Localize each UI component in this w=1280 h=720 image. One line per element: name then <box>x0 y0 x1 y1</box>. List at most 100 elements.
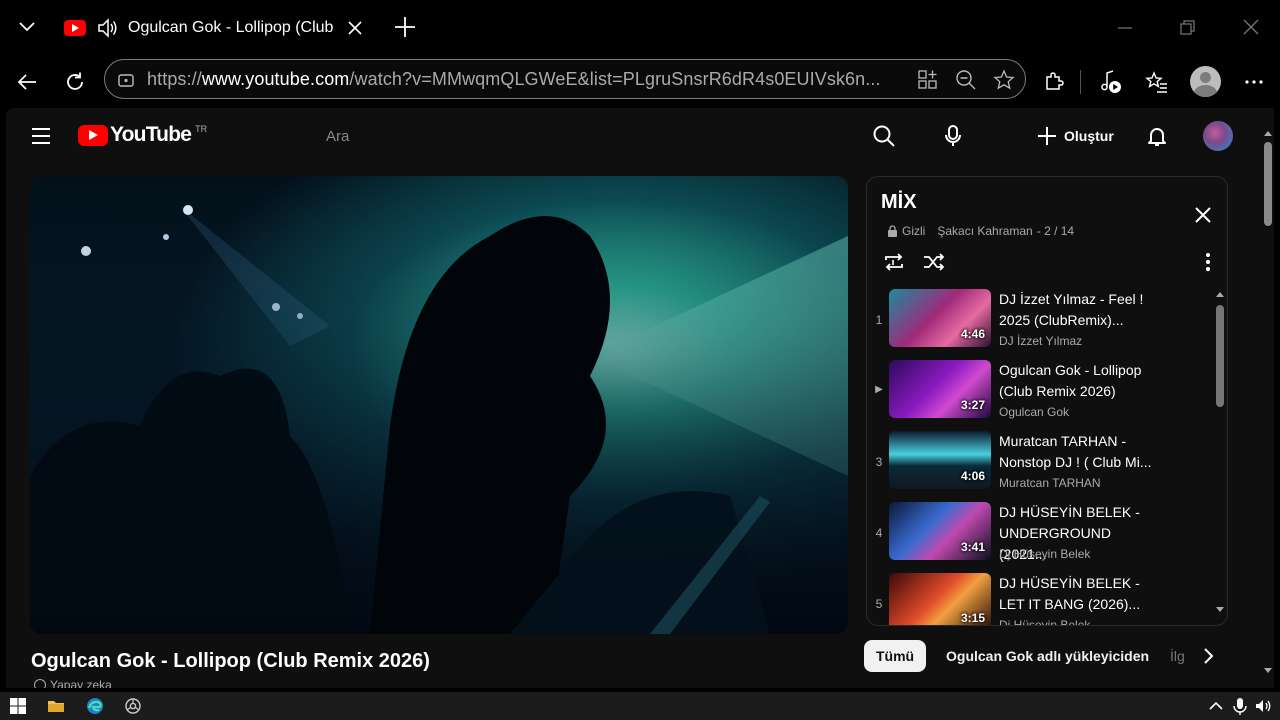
hamburger-menu-icon[interactable] <box>30 126 52 146</box>
chip-from-uploader[interactable]: Ogulcan Gok adlı yükleyiciden <box>934 640 1161 672</box>
video-player[interactable] <box>30 176 848 634</box>
playlist-item-channel: Ogulcan Gok <box>999 405 1070 419</box>
new-tab-plus-icon[interactable] <box>392 14 418 40</box>
playlist-items: 1 4:46 DJ İzzet Yılmaz - Feel ! 2025 (Cl… <box>867 289 1217 625</box>
extensions-puzzle-icon[interactable] <box>1040 68 1068 96</box>
video-frame-club-scene <box>30 176 848 634</box>
create-button[interactable]: Oluştur <box>1036 122 1114 150</box>
notifications-bell-icon[interactable] <box>1145 124 1169 148</box>
playlist-item-index: 1 <box>875 313 883 327</box>
playlist-item-channel: Muratcan TARHAN <box>999 476 1101 490</box>
youtube-header: YouTube TR Ara Oluştur <box>6 108 1274 164</box>
video-title: Ogulcan Gok - Lollipop (Club Remix 2026) <box>31 650 430 672</box>
playlist-item-title[interactable]: Muratcan TARHAN - Nonstop DJ ! ( Club Mi… <box>999 431 1159 473</box>
playlist-item[interactable]: 4 3:41 DJ HÜSEYİN BELEK - UNDERGROUND (2… <box>867 502 1207 572</box>
playlist-item-thumbnail[interactable]: 3:41 <box>889 502 991 560</box>
lock-icon <box>888 225 897 237</box>
close-playlist-icon[interactable] <box>1193 205 1213 225</box>
search-icon[interactable] <box>872 124 896 148</box>
address-bar[interactable]: https://www.youtube.com/watch?v=MMwqmQLG… <box>104 59 1026 99</box>
page-scrollbar[interactable] <box>1262 128 1274 688</box>
search-input[interactable]: Ara <box>326 128 349 145</box>
playlist-item-thumbnail[interactable]: 3:27 <box>889 360 991 418</box>
playlist-meta: Gizli Şakacı Kahraman - 2 / 14 <box>887 224 1074 238</box>
volume-tray-icon[interactable] <box>1254 696 1274 716</box>
browser-tab-active[interactable]: Ogulcan Gok - Lollipop (Club <box>54 8 374 48</box>
microphone-icon[interactable] <box>941 124 965 148</box>
speaker-icon[interactable] <box>96 16 120 40</box>
url-scheme: https:// <box>147 69 202 89</box>
playlist-item[interactable]: 1 4:46 DJ İzzet Yılmaz - Feel ! 2025 (Cl… <box>867 289 1207 359</box>
playlist-privacy: Gizli <box>902 224 926 238</box>
playlist-item-current[interactable]: ▶ 3:27 Ogulcan Gok - Lollipop (Club Remi… <box>867 360 1207 430</box>
tab-actions-chevron-icon[interactable] <box>14 14 40 40</box>
chevron-right-icon[interactable] <box>1196 644 1220 668</box>
ai-disclosure-note[interactable]: Yapay zeka <box>34 678 112 688</box>
playlist-item-title[interactable]: Ogulcan Gok - Lollipop (Club Remix 2026) <box>999 360 1159 402</box>
playlist-item-thumbnail[interactable]: 3:15 <box>889 573 991 625</box>
youtube-page: YouTube TR Ara Oluştur Ogulcan Gok - Lol… <box>6 108 1274 688</box>
refresh-icon[interactable] <box>61 68 89 96</box>
tray-overflow-chevron-icon[interactable] <box>1206 696 1226 716</box>
chrome-app-icon[interactable] <box>123 696 143 716</box>
loop-icon[interactable] <box>881 249 907 275</box>
site-info-lock-icon[interactable] <box>117 70 135 93</box>
playlist-item-channel: DJ İzzet Yılmaz <box>999 334 1083 348</box>
page-scroll-up-icon[interactable] <box>1263 128 1273 138</box>
playlist-item-title[interactable]: DJ HÜSEYİN BELEK - LET IT BANG (2026)... <box>999 573 1159 615</box>
playlist-item-thumbnail[interactable]: 4:46 <box>889 289 991 347</box>
create-button-label: Oluştur <box>1064 128 1114 144</box>
duration-badge: 3:27 <box>960 398 985 412</box>
plus-icon <box>1038 127 1056 145</box>
browser-nav-bar: https://www.youtube.com/watch?v=MMwqmQLG… <box>0 56 1280 108</box>
page-scrollbar-thumb[interactable] <box>1264 142 1272 226</box>
edge-browser-icon[interactable] <box>85 696 105 716</box>
favorite-star-icon[interactable] <box>993 69 1015 96</box>
playlist-item[interactable]: 3 4:06 Muratcan TARHAN - Nonstop DJ ! ( … <box>867 431 1207 501</box>
window-restore-icon[interactable] <box>1178 18 1198 38</box>
now-playing-indicator-icon: ▶ <box>875 384 883 395</box>
profile-avatar-icon[interactable] <box>1190 66 1221 97</box>
playlist-position: - 2 / 14 <box>1036 224 1075 238</box>
youtube-favicon-icon <box>64 20 86 36</box>
favorites-star-list-icon[interactable] <box>1143 68 1171 96</box>
microphone-tray-icon[interactable] <box>1230 696 1250 716</box>
playlist-item-thumbnail[interactable]: 4:06 <box>889 431 991 489</box>
user-avatar[interactable] <box>1203 121 1233 151</box>
window-minimize-icon[interactable] <box>1114 18 1136 38</box>
tab-close-icon[interactable] <box>346 19 364 37</box>
media-control-icon[interactable] <box>1096 68 1124 96</box>
playlist-owner[interactable]: Şakacı Kahraman <box>937 224 1032 238</box>
playlist-title: MİX <box>881 191 917 213</box>
playlist-item-index: 3 <box>875 455 883 469</box>
playlist-more-icon[interactable] <box>1195 249 1221 275</box>
chip-related[interactable]: İlg <box>1158 640 1197 672</box>
tab-title: Ogulcan Gok - Lollipop (Club <box>128 19 334 36</box>
shuffle-icon[interactable] <box>921 249 947 275</box>
playlist-item-title[interactable]: DJ İzzet Yılmaz - Feel ! 2025 (ClubRemix… <box>999 289 1159 331</box>
playlist-item-index: 5 <box>875 597 883 611</box>
file-explorer-icon[interactable] <box>46 696 66 716</box>
page-scroll-down-icon[interactable] <box>1263 666 1273 676</box>
duration-badge: 3:15 <box>960 611 985 625</box>
duration-badge: 4:46 <box>960 327 985 341</box>
url-text[interactable]: https://www.youtube.com/watch?v=MMwqmQLG… <box>147 69 903 90</box>
scroll-down-arrow-icon[interactable] <box>1215 605 1225 615</box>
toolbar-divider <box>1080 70 1081 94</box>
scroll-up-arrow-icon[interactable] <box>1215 289 1225 299</box>
related-filter-chips: Tümü Ogulcan Gok adlı yükleyiciden İlg <box>864 640 1224 674</box>
youtube-play-logo-icon <box>78 124 108 146</box>
windows-start-icon[interactable] <box>8 696 28 716</box>
back-arrow-icon[interactable] <box>13 68 41 96</box>
youtube-logo[interactable]: YouTube TR <box>78 123 207 147</box>
duration-badge: 4:06 <box>960 469 985 483</box>
more-options-icon[interactable] <box>1240 68 1268 96</box>
playlist-item[interactable]: 5 3:15 DJ HÜSEYİN BELEK - LET IT BANG (2… <box>867 573 1207 625</box>
window-close-icon[interactable] <box>1240 16 1262 38</box>
chip-all[interactable]: Tümü <box>864 640 927 672</box>
playlist-scrollbar[interactable] <box>1214 289 1224 615</box>
app-available-icon[interactable] <box>917 69 939 96</box>
playlist-scrollbar-thumb[interactable] <box>1216 305 1224 407</box>
zoom-out-icon[interactable] <box>955 69 977 96</box>
browser-tab-bar: Ogulcan Gok - Lollipop (Club <box>0 0 1280 56</box>
